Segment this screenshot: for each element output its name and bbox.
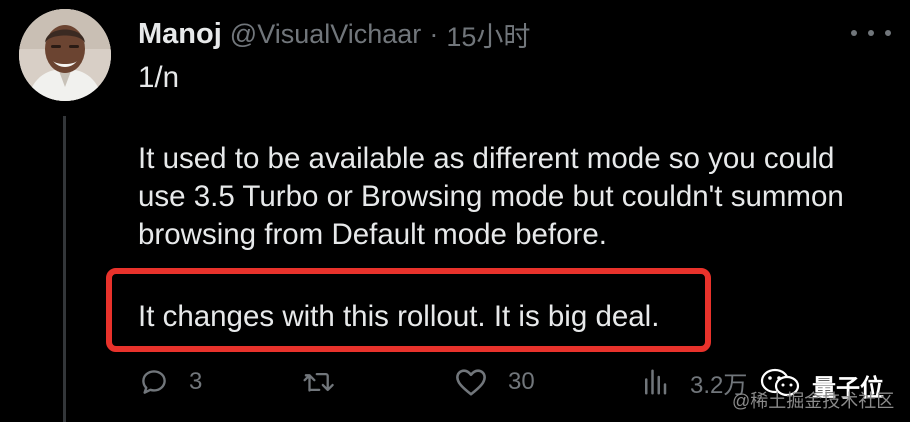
- tweet-card[interactable]: Manoj @VisualVichaar · 15小时 1/n It used …: [0, 0, 910, 422]
- author-avatar[interactable]: [19, 9, 111, 101]
- retweet-button[interactable]: [301, 362, 355, 402]
- like-count: 30: [508, 368, 535, 395]
- watermark-subtitle: @稀土掘金技术社区: [732, 391, 895, 411]
- heart-icon: [456, 369, 486, 396]
- tweet-text-line: browsing from Default mode before.: [138, 218, 607, 251]
- tweet-text-line: use 3.5 Turbo or Browsing mode but could…: [138, 180, 844, 213]
- avatar-photo: [19, 9, 111, 101]
- tweet-header: Manoj @VisualVichaar · 15小时: [138, 14, 530, 54]
- tweet-timestamp[interactable]: 15小时: [446, 15, 530, 54]
- like-button[interactable]: 30: [454, 362, 535, 402]
- author-name[interactable]: Manoj: [138, 18, 222, 51]
- more-dot: [885, 30, 891, 36]
- reply-icon: [142, 370, 166, 394]
- reply-count: 3: [189, 368, 203, 395]
- header-separator: ·: [429, 18, 439, 49]
- author-handle[interactable]: @VisualVichaar: [230, 19, 422, 50]
- more-options-icon[interactable]: [851, 18, 891, 48]
- tweet-text-line: It used to be available as different mod…: [138, 142, 835, 175]
- more-dot: [868, 30, 874, 36]
- thread-numbering: 1/n: [138, 61, 180, 94]
- thread-connector-line: [63, 116, 66, 422]
- watermark: 量子位 @稀土掘金技术社区: [712, 362, 910, 422]
- more-dot: [851, 30, 857, 36]
- highlighted-text: It changes with this rollout. It is big …: [138, 300, 660, 333]
- views-icon: [645, 369, 667, 395]
- reply-button[interactable]: 3: [139, 362, 202, 402]
- retweet-icon: [303, 372, 334, 392]
